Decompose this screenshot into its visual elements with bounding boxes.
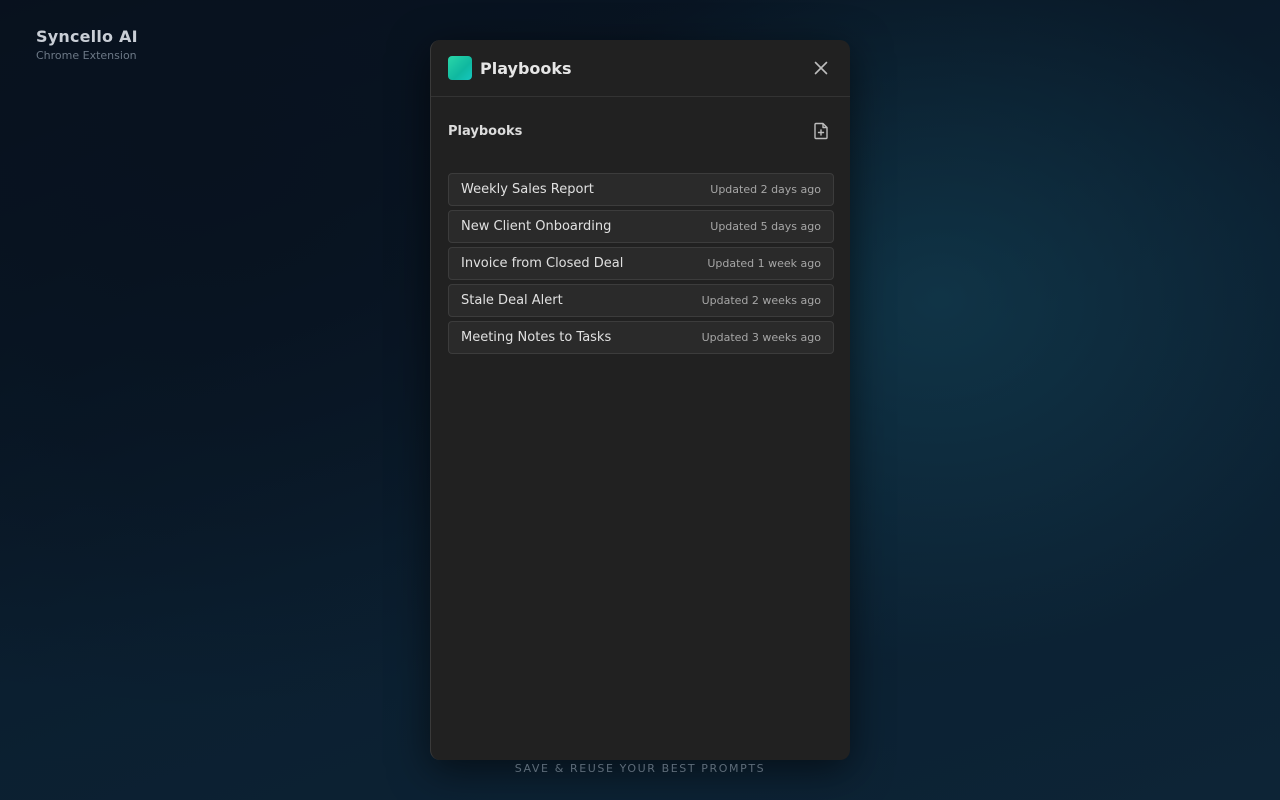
playbook-updated: Updated 5 days ago [710, 220, 821, 233]
playbook-updated: Updated 3 weeks ago [701, 331, 821, 344]
playbook-updated: Updated 2 weeks ago [701, 294, 821, 307]
brand-title: Syncello AI [36, 27, 138, 46]
playbook-name: Weekly Sales Report [461, 182, 594, 197]
playbook-item[interactable]: New Client Onboarding Updated 5 days ago [448, 210, 834, 243]
brand-subtitle: Chrome Extension [36, 49, 137, 62]
playbook-name: Invoice from Closed Deal [461, 256, 624, 271]
new-playbook-button[interactable] [809, 119, 833, 143]
playbook-item[interactable]: Weekly Sales Report Updated 2 days ago [448, 173, 834, 206]
playbook-list: Weekly Sales Report Updated 2 days ago N… [431, 173, 850, 354]
file-plus-icon [814, 122, 828, 140]
playbook-updated: Updated 2 days ago [710, 183, 821, 196]
panel-header: Playbooks [431, 40, 850, 97]
playbooks-panel: Playbooks Playbooks Weekly Sales Report … [430, 40, 850, 760]
playbook-name: Stale Deal Alert [461, 293, 563, 308]
section-header: Playbooks [431, 119, 850, 143]
playbook-item[interactable]: Invoice from Closed Deal Updated 1 week … [448, 247, 834, 280]
close-icon [814, 61, 828, 75]
playbook-item[interactable]: Meeting Notes to Tasks Updated 3 weeks a… [448, 321, 834, 354]
playbook-name: New Client Onboarding [461, 219, 612, 234]
playbook-name: Meeting Notes to Tasks [461, 330, 612, 345]
playbook-item[interactable]: Stale Deal Alert Updated 2 weeks ago [448, 284, 834, 317]
playbook-updated: Updated 1 week ago [707, 257, 821, 270]
app-logo-icon [448, 56, 472, 80]
panel-title: Playbooks [480, 58, 572, 78]
section-title: Playbooks [448, 123, 523, 139]
close-button[interactable] [809, 56, 833, 80]
footer-tagline: SAVE & REUSE YOUR BEST PROMPTS [514, 762, 766, 775]
brand: Syncello AI Chrome Extension [36, 27, 138, 62]
